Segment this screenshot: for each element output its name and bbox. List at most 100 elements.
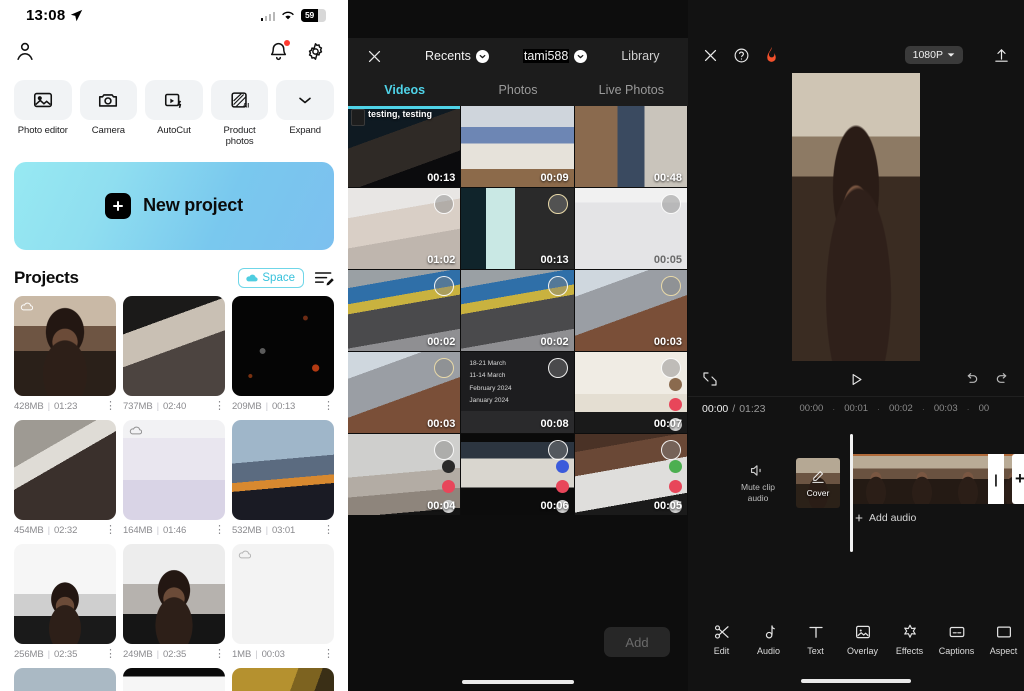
add-button[interactable]: Add [604,627,670,657]
person-icon[interactable] [14,40,36,62]
quick-action-autocut[interactable]: AutoCut [145,80,203,148]
tool-captions[interactable]: Captions [933,623,980,656]
media-cell[interactable]: 00:09 [461,106,575,188]
add-clip-button[interactable]: + [1012,454,1024,504]
project-card[interactable] [231,667,334,691]
playhead[interactable] [850,434,853,552]
tool-text[interactable]: Text [792,623,839,656]
project-thumbnail[interactable] [231,419,334,520]
tool-edit[interactable]: Edit [698,623,745,656]
selection-circle[interactable] [434,358,455,378]
project-more-button[interactable]: ⋮ [323,648,334,659]
close-icon[interactable] [702,47,719,64]
tab-photos[interactable]: Photos [461,74,574,106]
project-thumbnail[interactable] [14,295,116,396]
tab-live-photos[interactable]: Live Photos [575,74,688,106]
bell-icon[interactable] [268,39,290,62]
media-cell[interactable]: 01:02 [348,188,462,270]
selection-circle[interactable] [660,440,681,460]
redo-icon[interactable] [994,371,1010,387]
media-cell[interactable]: 00:06 [461,434,575,516]
project-thumbnail[interactable] [231,667,334,691]
project-thumbnail[interactable] [122,295,225,396]
new-project-button[interactable]: New project [14,161,334,250]
expand-icon[interactable] [702,371,718,387]
project-more-button[interactable]: ⋮ [214,648,225,659]
project-card[interactable]: 1MB | 00:03 ⋮ [231,543,334,660]
project-thumbnail[interactable] [231,543,334,644]
library-button[interactable]: Library [621,49,659,63]
media-cell[interactable]: 00:07 [574,352,688,434]
close-icon[interactable] [366,48,383,65]
tab-videos[interactable]: Videos [348,74,461,106]
media-cell[interactable]: testing, testing 00:13 [348,106,462,188]
project-card[interactable]: 256MB | 02:35 ⋮ [14,543,116,660]
album-selector[interactable]: Recents [425,49,489,63]
quick-action-product-photos[interactable]: AI Product photos [210,80,269,148]
selection-circle[interactable] [434,194,455,214]
add-audio-button[interactable]: Add audio [854,512,916,524]
quick-action-expand[interactable]: Expand [276,80,334,148]
project-card[interactable] [14,667,116,691]
resolution-selector[interactable]: 1080P [904,46,963,64]
tool-aspect[interactable]: Aspect [980,623,1024,656]
tool-effects[interactable]: Effects [886,623,933,656]
selection-circle[interactable] [547,276,568,296]
tool-overlay[interactable]: Overlay [839,623,886,656]
cover-button[interactable]: Cover [796,458,840,508]
selection-circle[interactable] [547,358,568,378]
media-cell[interactable]: 00:03 [574,270,688,352]
split-handle-icon[interactable]: | [988,454,1004,504]
sort-edit-icon[interactable] [314,270,334,286]
media-cell[interactable]: 00:02 [348,270,462,352]
media-cell[interactable]: 00:05 [574,434,688,516]
account-selector[interactable]: tami588 [522,49,588,63]
selection-circle[interactable] [434,276,455,296]
project-more-button[interactable]: ⋮ [105,524,116,535]
project-more-button[interactable]: ⋮ [214,524,225,535]
project-card[interactable]: 428MB | 01:23 ⋮ [14,295,116,412]
selection-circle[interactable] [660,194,681,214]
selection-circle[interactable] [547,440,568,460]
help-circle-icon[interactable] [733,47,750,64]
undo-icon[interactable] [964,371,980,387]
quick-action-photo-editor[interactable]: Photo editor [14,80,72,148]
media-cell[interactable]: 00:48 [574,106,688,188]
project-thumbnail[interactable] [14,667,116,691]
media-cell[interactable]: 00:03 [348,352,462,434]
media-cell[interactable]: 00:04 [348,434,462,516]
project-thumbnail[interactable] [14,543,116,644]
project-thumbnail[interactable] [14,419,116,520]
project-more-button[interactable]: ⋮ [105,648,116,659]
selection-circle[interactable] [547,194,568,214]
play-icon[interactable] [848,371,865,388]
project-thumbnail[interactable] [122,667,225,691]
project-more-button[interactable]: ⋮ [323,524,334,535]
project-more-button[interactable]: ⋮ [105,400,116,411]
media-cell[interactable]: 00:02 [461,270,575,352]
project-thumbnail[interactable] [122,419,225,520]
project-card[interactable]: 164MB | 01:46 ⋮ [122,419,225,536]
project-card[interactable]: 209MB | 00:13 ⋮ [231,295,334,412]
flame-icon[interactable] [764,46,779,64]
project-thumbnail[interactable] [231,295,334,396]
gear-icon[interactable] [305,41,326,62]
media-cell[interactable]: 00:13 [461,188,575,270]
selection-circle[interactable] [660,276,681,296]
selection-circle[interactable] [660,358,681,378]
project-card[interactable] [122,667,225,691]
space-button[interactable]: Space [238,267,304,288]
selection-circle[interactable] [434,440,455,460]
media-cell[interactable]: 18-21 March 11-14 March February 2024 Ja… [461,352,575,434]
project-card[interactable]: 454MB | 02:32 ⋮ [14,419,116,536]
project-card[interactable]: 532MB | 03:01 ⋮ [231,419,334,536]
project-thumbnail[interactable] [122,543,225,644]
video-preview[interactable] [792,73,920,361]
mute-clip-audio-button[interactable]: Mute clip audio [734,463,782,503]
project-card[interactable]: 249MB | 02:35 ⋮ [122,543,225,660]
project-more-button[interactable]: ⋮ [323,400,334,411]
project-more-button[interactable]: ⋮ [214,400,225,411]
quick-action-camera[interactable]: Camera [79,80,138,148]
media-cell[interactable]: 00:05 [574,188,688,270]
tool-audio[interactable]: Audio [745,623,792,656]
